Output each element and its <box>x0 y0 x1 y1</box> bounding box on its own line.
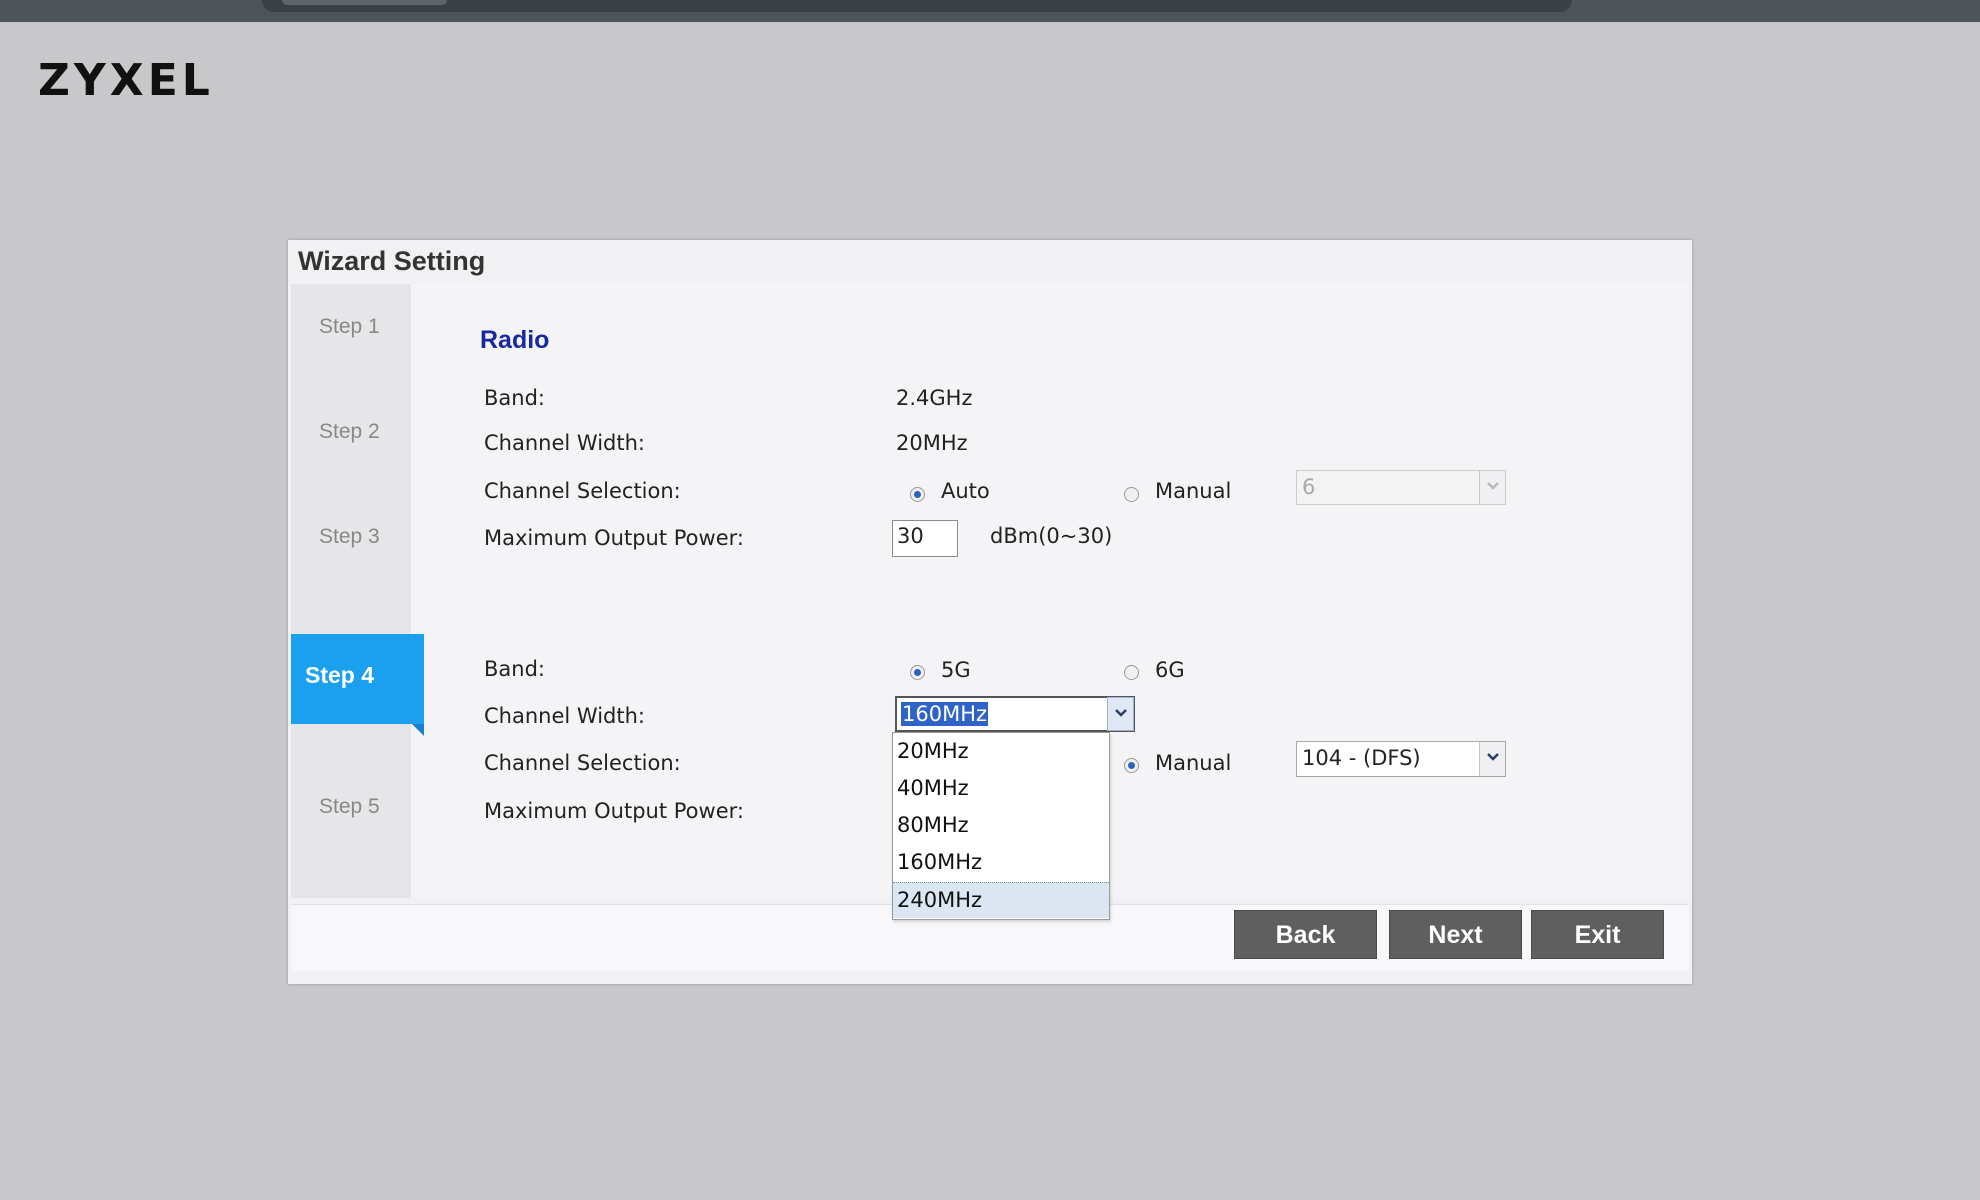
browser-top-bar <box>0 0 1980 22</box>
band-5g-label: 5G <box>941 658 971 682</box>
max-power-24-label: Maximum Output Power: <box>484 526 744 550</box>
band-5g-radio[interactable] <box>910 665 925 680</box>
max-power-24-unit: dBm(0~30) <box>990 524 1113 548</box>
exit-button[interactable]: Exit <box>1531 910 1664 959</box>
band-6g-radio[interactable] <box>1124 665 1139 680</box>
zyxel-logo: ZYXEL <box>38 55 214 106</box>
next-button[interactable]: Next <box>1389 910 1522 959</box>
channel-select-5[interactable]: 104 - (DFS) <box>1296 741 1506 777</box>
channel-width-5-value: 160MHz <box>901 702 989 726</box>
manual-radio-24-label: Manual <box>1155 479 1232 503</box>
channel-width-5-select[interactable]: 160MHz <box>895 696 1135 732</box>
band-6g-label: 6G <box>1155 658 1185 682</box>
channel-selection-24-label: Channel Selection: <box>484 479 681 503</box>
dropdown-option-20mhz[interactable]: 20MHz <box>893 734 1109 770</box>
channel-select-24-value: 6 <box>1302 475 1316 499</box>
browser-tab <box>282 0 447 5</box>
auto-radio-24[interactable] <box>910 487 925 502</box>
channel-selection-5-label: Channel Selection: <box>484 751 681 775</box>
manual-radio-5-label: Manual <box>1155 751 1232 775</box>
chevron-down-icon[interactable] <box>1107 697 1134 731</box>
back-button[interactable]: Back <box>1234 910 1377 959</box>
dropdown-option-40mhz[interactable]: 40MHz <box>893 771 1109 807</box>
channel-width-5-label: Channel Width: <box>484 704 645 728</box>
step-3[interactable]: Step 3 <box>319 525 380 549</box>
address-bar <box>262 0 1572 12</box>
channel-width-24-label: Channel Width: <box>484 431 645 455</box>
max-power-24-input[interactable]: 30 <box>892 520 958 557</box>
band-24-value: 2.4GHz <box>896 386 973 410</box>
manual-radio-24[interactable] <box>1124 487 1139 502</box>
channel-select-24[interactable]: 6 <box>1296 470 1506 505</box>
dropdown-option-240mhz[interactable]: 240MHz <box>893 882 1109 918</box>
step-5[interactable]: Step 5 <box>319 795 380 819</box>
dropdown-option-160mhz[interactable]: 160MHz <box>893 845 1109 881</box>
section-title: Radio <box>480 326 550 354</box>
step-4-label: Step 4 <box>305 662 375 688</box>
band-5-label: Band: <box>484 657 545 681</box>
channel-select-5-value: 104 - (DFS) <box>1302 746 1421 770</box>
max-power-5-label: Maximum Output Power: <box>484 799 744 823</box>
auto-radio-24-label: Auto <box>941 479 990 503</box>
step-4-active[interactable]: Step 4 <box>291 634 424 736</box>
step-1[interactable]: Step 1 <box>319 315 380 339</box>
chevron-down-icon <box>1479 742 1505 776</box>
channel-width-24-value: 20MHz <box>896 431 968 455</box>
channel-width-dropdown-list: 20MHz 40MHz 80MHz 160MHz 240MHz <box>892 732 1110 920</box>
active-step-notch <box>412 724 424 736</box>
manual-radio-5[interactable] <box>1124 758 1139 773</box>
dialog-title: Wizard Setting <box>298 246 486 276</box>
dropdown-option-80mhz[interactable]: 80MHz <box>893 808 1109 844</box>
step-2[interactable]: Step 2 <box>319 420 380 444</box>
chevron-down-icon <box>1479 471 1505 504</box>
band-24-label: Band: <box>484 386 545 410</box>
